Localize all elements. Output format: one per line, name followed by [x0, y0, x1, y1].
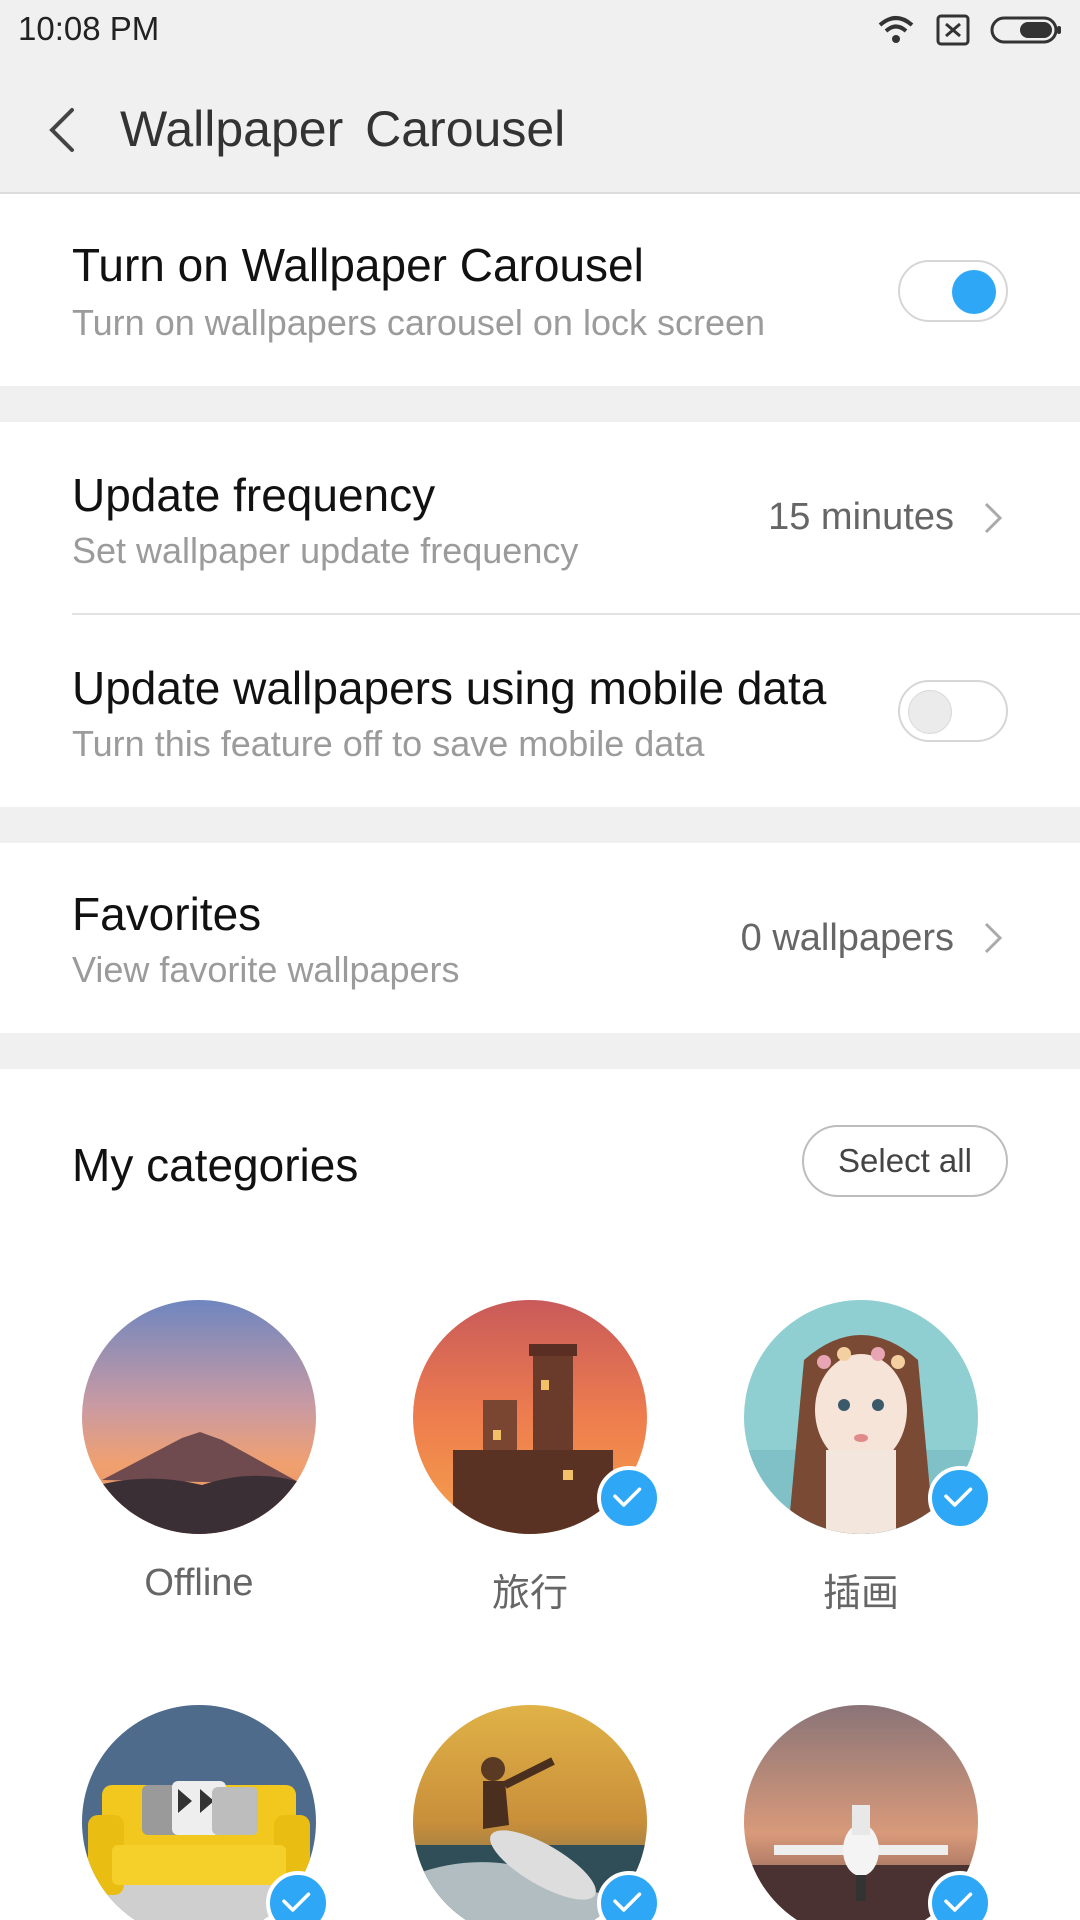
favorites-row[interactable]: Favorites View favorite wallpapers 0 wal… [0, 843, 1080, 1033]
mobile-data-row[interactable]: Update wallpapers using mobile data Turn… [0, 615, 1080, 807]
frequency-title: Update frequency [72, 469, 436, 521]
selected-check-icon [266, 1871, 330, 1920]
mobile-data-subtitle: Turn this feature off to save mobile dat… [72, 723, 705, 764]
no-sim-icon [936, 14, 970, 46]
select-all-button[interactable]: Select all [802, 1125, 1008, 1197]
category-thumbnail [82, 1300, 316, 1534]
status-time: 10:08 PM [18, 10, 160, 47]
section-gap [0, 807, 1080, 843]
category-label: 插画 [822, 1573, 899, 1615]
selected-check-icon [928, 1871, 992, 1920]
categories-title: My categories [72, 1139, 359, 1191]
status-icons [876, 14, 1062, 46]
app-bar: Wallpaper Carousel [0, 62, 1080, 194]
toggle-knob [908, 690, 952, 734]
mobile-data-toggle[interactable] [898, 680, 1008, 742]
carousel-setting-row[interactable]: Turn on Wallpaper Carousel Turn on wallp… [0, 196, 1080, 386]
back-arrow-icon [49, 108, 74, 152]
favorites-title: Favorites [72, 888, 262, 940]
section-gap [0, 386, 1080, 422]
wifi-icon [878, 16, 914, 43]
carousel-subtitle: Turn on wallpapers carousel on lock scre… [72, 302, 766, 343]
category-label: 旅行 [491, 1573, 568, 1615]
toggle-knob [952, 270, 996, 314]
selected-check-icon [597, 1466, 661, 1530]
mobile-data-title: Update wallpapers using mobile data [72, 662, 827, 714]
chevron-right-icon [984, 922, 1003, 954]
selected-check-icon [928, 1466, 992, 1530]
battery-icon [990, 16, 1061, 44]
favorites-value: 0 wallpapers [740, 917, 954, 959]
section-gap [0, 1033, 1080, 1069]
frequency-row[interactable]: Update frequency Set wallpaper update fr… [0, 422, 1080, 614]
chevron-right-icon [984, 502, 1003, 534]
favorites-subtitle: View favorite wallpapers [72, 949, 460, 990]
selected-check-icon [597, 1871, 661, 1920]
frequency-subtitle: Set wallpaper update frequency [72, 530, 579, 571]
carousel-title: Turn on Wallpaper Carousel [72, 239, 644, 291]
frequency-value: 15 minutes [768, 496, 954, 538]
back-button[interactable] [38, 98, 88, 158]
carousel-toggle[interactable] [898, 260, 1008, 322]
category-label: Offline [144, 1562, 254, 1604]
mountain-sunset-image [82, 1300, 316, 1534]
page-title: Wallpaper Carousel [120, 101, 566, 157]
status-bar: 10:08 PM [0, 0, 1080, 62]
